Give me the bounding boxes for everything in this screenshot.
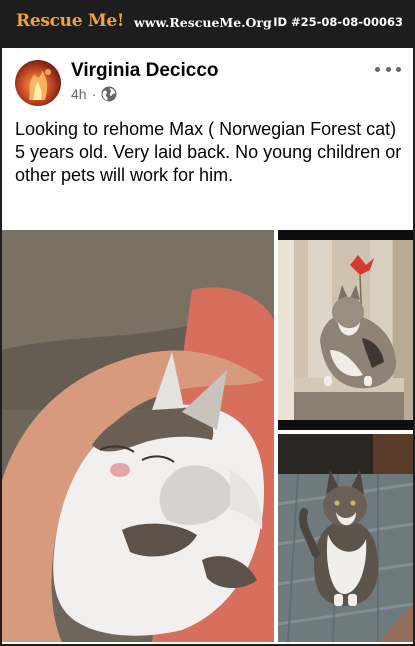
post-photo-cat-rug[interactable]: [278, 434, 413, 642]
post-text: Looking to rehome Max ( Norwegian Forest…: [15, 119, 402, 185]
post-meta: 4h ·: [71, 86, 117, 102]
more-options-icon[interactable]: [375, 62, 401, 76]
brand-logo-text: Rescue Me!: [16, 11, 125, 31]
post-photo-cat-tree[interactable]: [278, 230, 413, 430]
globe-icon: [101, 86, 117, 102]
site-banner: Rescue Me! www.RescueMe.Org ID #25-08-08…: [0, 0, 415, 44]
avatar[interactable]: [15, 60, 61, 106]
more-dot: [375, 66, 380, 72]
meta-separator: ·: [91, 86, 97, 102]
site-url: www.RescueMe.Org: [134, 15, 272, 30]
post-photo-main[interactable]: [2, 230, 274, 642]
pet-id: ID #25-08-08-00063: [273, 15, 403, 29]
more-dot: [385, 66, 391, 72]
post-time[interactable]: 4h: [71, 86, 87, 102]
post-card: Virginia Decicco 4h · Looking to rehome …: [2, 48, 413, 644]
more-dot: [396, 66, 401, 72]
author-name[interactable]: Virginia Decicco: [71, 60, 219, 82]
